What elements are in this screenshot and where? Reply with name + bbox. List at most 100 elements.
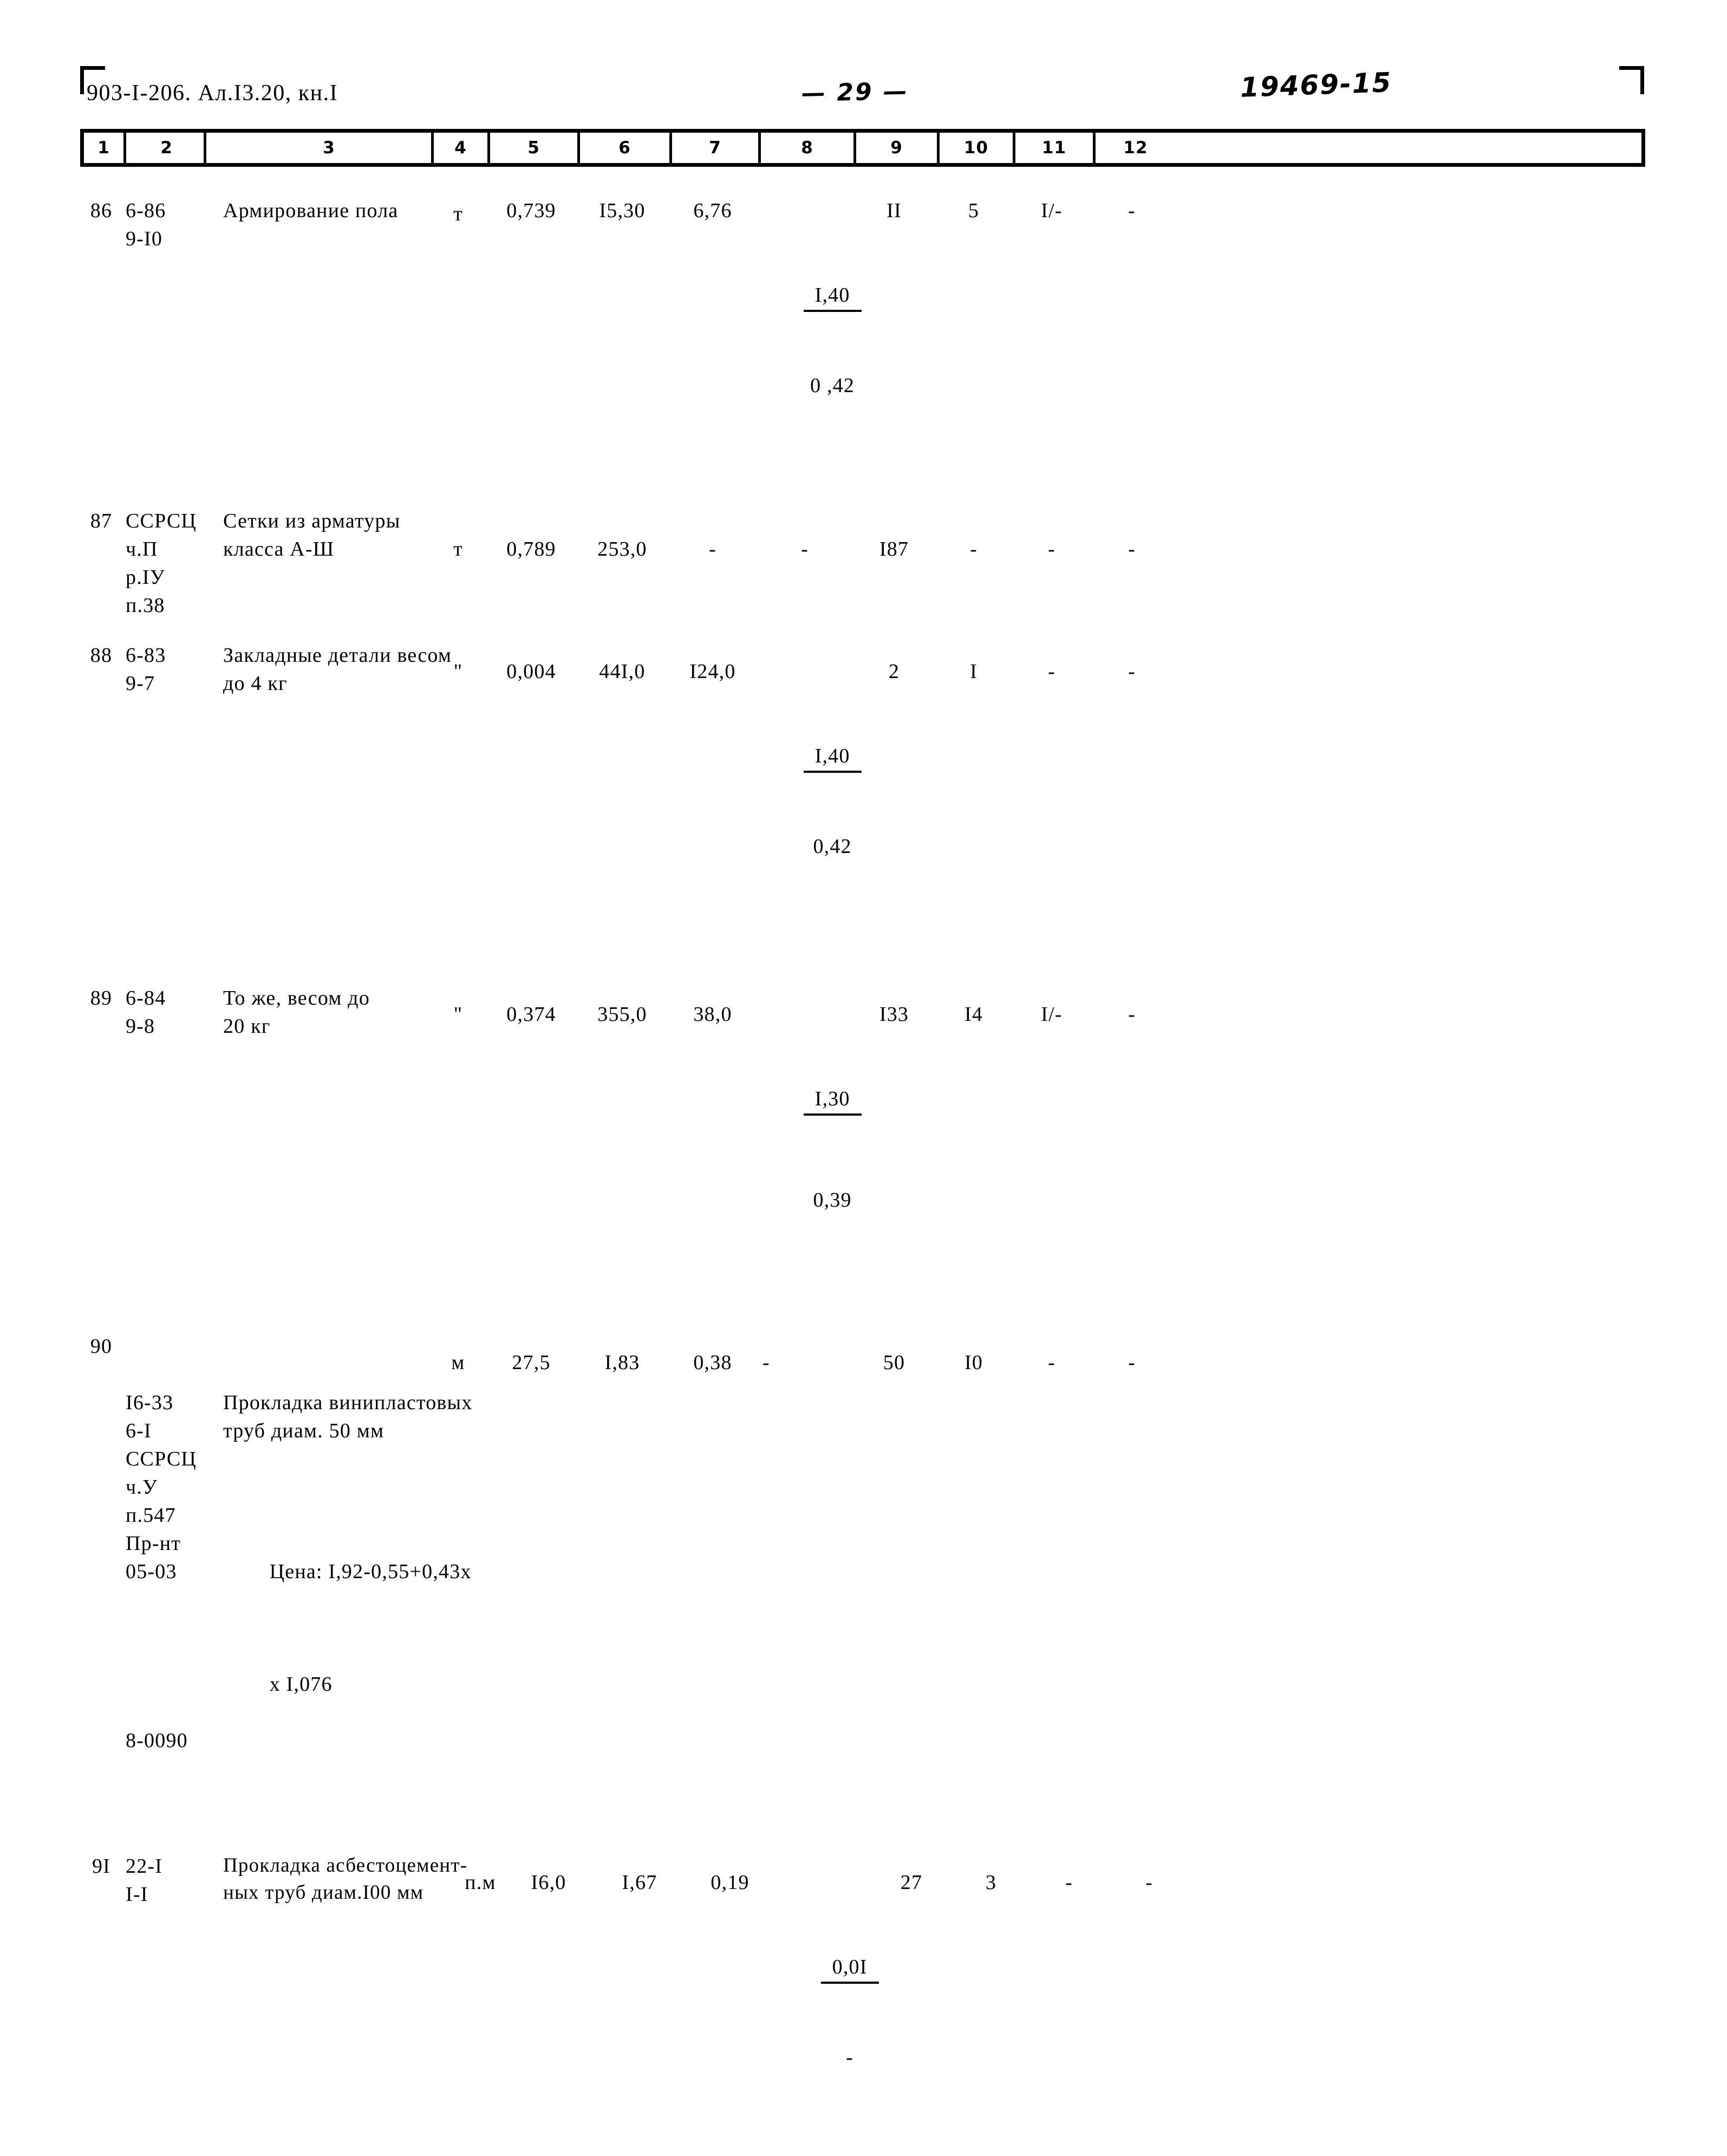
row-col8: I,40 0 ,42 xyxy=(757,197,862,484)
row-col5: I6,0 xyxy=(531,1871,566,1894)
column-header-5: 5 xyxy=(490,133,580,163)
scanned-page: 903-I-206. Ал.I3.20, кн.I — 29 — 19469-1… xyxy=(0,0,1727,2069)
row-col10: I4 xyxy=(964,1003,983,1026)
column-header-11: 11 xyxy=(1015,133,1096,163)
row-col5: 0,004 xyxy=(506,660,556,683)
table-row: 87 ССРСЦ ч.П р.IУ п.38 Сетки из арматуры… xyxy=(80,507,1645,620)
row-col12: - xyxy=(1128,1003,1136,1026)
row-col6: 355,0 xyxy=(597,1003,647,1026)
stamp-number: 19469-15 xyxy=(1240,67,1393,103)
row-col7: 38,0 xyxy=(693,1003,732,1026)
fraction-value: I,40 0,42 xyxy=(803,686,862,917)
row-code: I6-33 6-I ССРСЦ ч.У п.547 Пр-нт 05-03 8-… xyxy=(122,1332,203,1811)
row-unit: м xyxy=(451,1351,465,1374)
crop-mark-top-right xyxy=(1619,66,1644,94)
row-col8: I,40 0,42 xyxy=(757,641,862,945)
row-col10: 5 xyxy=(968,199,980,222)
row-description: Прокладка асбестоцемент- ных труб диам.I… xyxy=(223,1854,468,1904)
row-description: То же, весом до 20 кг xyxy=(223,987,370,1038)
column-header-9: 9 xyxy=(856,133,940,163)
row-code: 6-84 9-8 xyxy=(126,987,166,1038)
row-code-gap xyxy=(126,1642,203,1670)
row-col9: I33 xyxy=(879,1003,909,1026)
column-header-10: 10 xyxy=(940,133,1015,163)
row-col9: 27 xyxy=(900,1871,923,1894)
note-gap xyxy=(223,1614,430,1642)
row-col12: - xyxy=(1128,199,1136,222)
row-col10: I0 xyxy=(964,1351,983,1374)
row-number: 90 xyxy=(90,1335,113,1358)
row-unit: т xyxy=(453,538,463,561)
row-col11: - xyxy=(1048,1351,1055,1374)
row-description: Сетки из арматуры класса А-Ш xyxy=(223,510,401,561)
row-col11: - xyxy=(1048,660,1055,683)
table-column-header-row: 1 2 3 4 5 6 7 8 9 10 11 12 xyxy=(80,129,1645,167)
row-col10: - xyxy=(970,538,977,561)
fraction-numerator: I,40 xyxy=(803,742,862,773)
row-unit: т xyxy=(453,203,463,225)
row-col9: II xyxy=(887,199,902,222)
row-col12: - xyxy=(1145,1871,1153,1894)
row-unit: " xyxy=(453,660,463,683)
row-description: Прокладка винипластовых труб диам. 50 мм xyxy=(223,1391,473,1442)
row-col7: - xyxy=(709,538,716,561)
row-number: 9I xyxy=(92,1855,111,1878)
row-col5: 0,789 xyxy=(506,538,556,561)
row-note-price: Цена: I,92-0,55+0,43х xyxy=(269,1560,472,1583)
row-col5: 27,5 xyxy=(512,1351,551,1374)
fraction-numerator: I,40 xyxy=(803,281,862,312)
row-col8: I,30 0,39 xyxy=(757,984,862,1299)
table-row: 89 6-84 9-8 То же, весом до 20 кг " 0,37… xyxy=(80,984,1645,1299)
row-code: 6-83 9-7 xyxy=(126,644,166,695)
row-code-extra: 8-0090 xyxy=(126,1729,188,1752)
row-unit: п.м xyxy=(465,1871,496,1894)
description-gap xyxy=(223,1501,430,1529)
row-number: 87 xyxy=(90,510,113,532)
row-col7: I24,0 xyxy=(689,660,736,683)
column-header-7: 7 xyxy=(672,133,761,163)
fraction-value: 0,0I - xyxy=(820,1897,879,2128)
table-row: 86 6-86 9-I0 Армирование пола т 0,739 I5… xyxy=(80,197,1645,484)
row-col10: 3 xyxy=(985,1871,997,1894)
row-col8: - xyxy=(763,1351,770,1374)
fraction-value: I,40 0 ,42 xyxy=(803,225,862,456)
row-number: 86 xyxy=(90,199,113,222)
fraction-numerator: I,30 xyxy=(803,1085,862,1116)
row-col9: 2 xyxy=(888,660,900,683)
column-header-2: 2 xyxy=(126,133,206,163)
column-header-4: 4 xyxy=(434,133,490,163)
fraction-denominator: 0,39 xyxy=(813,1189,852,1211)
row-col12: - xyxy=(1128,660,1136,683)
row-col6: 44I,0 xyxy=(599,660,646,683)
row-code: 6-86 9-I0 xyxy=(126,199,166,250)
document-header-code: 903-I-206. Ал.I3.20, кн.I xyxy=(87,81,338,106)
row-col9: I87 xyxy=(879,538,909,561)
row-note-factor: х I,076 xyxy=(269,1673,333,1696)
column-header-8: 8 xyxy=(761,133,856,163)
row-col11: I/- xyxy=(1041,199,1063,222)
row-number: 89 xyxy=(90,987,113,1009)
column-header-12: 12 xyxy=(1123,138,1148,158)
row-unit: " xyxy=(453,1003,463,1026)
row-col11: I/- xyxy=(1041,1003,1063,1026)
table-row: 90 I6-33 6-I ССРСЦ ч.У п.547 Пр-нт 05-03… xyxy=(80,1332,1645,1811)
row-col6: I,67 xyxy=(622,1871,657,1894)
row-description: Закладные детали весом до 4 кг xyxy=(223,644,452,695)
fraction-denominator: - xyxy=(846,2046,854,2069)
table-row: 9I 22-I I-I Прокладка асбестоцемент- ных… xyxy=(80,1852,1645,2156)
row-code: 22-I I-I xyxy=(126,1855,163,1906)
page-number: — 29 — xyxy=(801,77,909,108)
row-col8: 0,0I - xyxy=(774,1852,879,2156)
fraction-numerator: 0,0I xyxy=(820,1953,879,1984)
row-col12: - xyxy=(1128,538,1136,561)
fraction-denominator: 0,42 xyxy=(813,835,852,858)
row-description-block: Прокладка винипластовых труб диам. 50 мм… xyxy=(203,1332,473,1727)
row-col6: 253,0 xyxy=(597,538,647,561)
column-header-1: 1 xyxy=(84,133,126,163)
table-row: 88 6-83 9-7 Закладные детали весом до 4 … xyxy=(80,641,1645,945)
row-code: ССРСЦ ч.П р.IУ п.38 xyxy=(126,510,197,617)
row-code-main: I6-33 6-I ССРСЦ ч.У п.547 Пр-нт 05-03 xyxy=(126,1391,197,1583)
row-col7: 0,19 xyxy=(711,1871,750,1894)
row-col11: - xyxy=(1065,1871,1073,1894)
row-description: Армирование пола xyxy=(223,199,399,222)
